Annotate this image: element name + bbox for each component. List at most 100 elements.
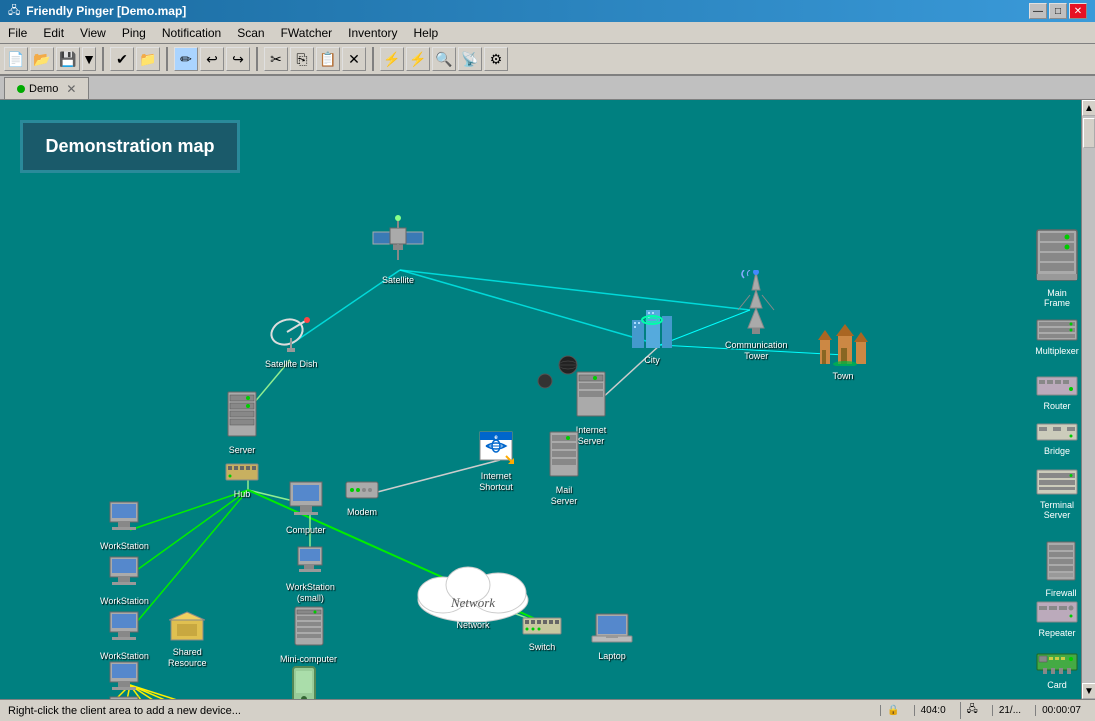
menu-view[interactable]: View — [72, 24, 114, 42]
close-button[interactable]: ✕ — [1069, 3, 1087, 19]
satellite-dish-device[interactable]: Satellite Dish — [265, 310, 318, 370]
server-device[interactable]: Server — [224, 390, 260, 456]
internet-shortcut-device[interactable]: e InternetShortcut — [478, 430, 514, 493]
workstation5-icon — [108, 695, 140, 699]
tab-label: Demo — [29, 83, 58, 95]
laptop-icon — [590, 610, 634, 649]
mail-server-icon — [546, 430, 582, 483]
maximize-button[interactable]: □ — [1049, 3, 1067, 19]
computer-device[interactable]: Computer — [286, 480, 326, 536]
status-coords: 404:0 — [914, 705, 952, 716]
comm-tower-device[interactable]: CommunicationTower — [725, 270, 788, 362]
mainframe-panel-device[interactable]: MainFrame — [1035, 228, 1079, 308]
status-icon1: 🔒 — [880, 705, 905, 716]
workstation1-device[interactable]: WorkStation — [100, 500, 149, 552]
scan-button[interactable]: 📡 — [458, 47, 482, 71]
multiplexer-label: Multiplexer — [1035, 346, 1079, 356]
connection-lines — [0, 100, 1095, 699]
mail-server-label: MailServer — [551, 485, 578, 507]
menu-inventory[interactable]: Inventory — [340, 24, 405, 42]
repeater-panel-device[interactable]: Repeater — [1035, 600, 1079, 638]
firewall-label: Firewall — [1045, 588, 1076, 598]
internet-shortcut-label: InternetShortcut — [479, 471, 513, 493]
firewall-icon — [1043, 540, 1079, 587]
toolbar-sep1 — [102, 47, 104, 71]
workstation5-device[interactable]: WorkStation — [100, 695, 149, 699]
shared-resource-device[interactable]: SharedResource — [168, 610, 207, 669]
undo-button[interactable]: ↩ — [200, 47, 224, 71]
open-button[interactable]: 📂 — [30, 47, 54, 71]
ping-all-button[interactable]: ⚡ — [406, 47, 430, 71]
workstation4-icon — [108, 660, 140, 699]
new-button[interactable]: 📄 — [4, 47, 28, 71]
mainframe-label: MainFrame — [1044, 288, 1070, 308]
repeater-icon — [1035, 600, 1079, 627]
edit-mode-button[interactable]: ✏ — [174, 47, 198, 71]
city-label: City — [644, 355, 660, 366]
city-device[interactable]: City — [630, 300, 674, 366]
menu-help[interactable]: Help — [406, 24, 447, 42]
tab-close-button[interactable]: ✕ — [66, 82, 76, 96]
satellite-device[interactable]: Satellite — [368, 210, 428, 286]
workstation3-device[interactable]: WorkStation — [100, 610, 149, 662]
server-icon — [224, 390, 260, 443]
multiplexer-panel-device[interactable]: Multiplexer — [1035, 318, 1079, 356]
workstation3-icon — [108, 610, 140, 649]
workstation4-device[interactable]: WorkStation — [100, 660, 149, 699]
server-label: Server — [229, 445, 256, 456]
scroll-up-button[interactable]: ▲ — [1082, 100, 1095, 116]
map-canvas[interactable]: Demonstration map Satellite — [0, 100, 1095, 699]
menu-edit[interactable]: Edit — [35, 24, 72, 42]
town-device[interactable]: Town — [818, 320, 868, 382]
tab-demo[interactable]: Demo ✕ — [4, 77, 89, 99]
hub-device[interactable]: Hub — [224, 460, 260, 500]
scroll-down-button[interactable]: ▼ — [1082, 683, 1095, 699]
paste-button[interactable]: 📋 — [316, 47, 340, 71]
menu-ping[interactable]: Ping — [114, 24, 154, 42]
menu-scan[interactable]: Scan — [229, 24, 272, 42]
bridge-panel-device[interactable]: Bridge — [1035, 422, 1079, 456]
menu-fwatcher[interactable]: FWatcher — [273, 24, 341, 42]
multiplexer-icon — [1035, 318, 1079, 345]
copy-button[interactable]: ⎘ — [290, 47, 314, 71]
menu-notification[interactable]: Notification — [154, 24, 229, 42]
network-cloud-device[interactable]: Network Network — [408, 555, 538, 631]
scroll-thumb[interactable] — [1083, 118, 1095, 148]
scrollbar-vertical[interactable]: ▲ ▼ — [1081, 100, 1095, 699]
pda-device[interactable]: PDA — [290, 665, 318, 699]
firewall-panel-device[interactable]: Firewall — [1043, 540, 1079, 598]
minimize-button[interactable]: — — [1029, 3, 1047, 19]
trace-button[interactable]: 🔍 — [432, 47, 456, 71]
router-panel-device[interactable]: Router — [1035, 375, 1079, 411]
mini-computer-device[interactable]: Mini-computer — [280, 605, 337, 665]
switch-device[interactable]: Switch — [522, 615, 562, 653]
card-label: Card — [1047, 680, 1067, 690]
demo-map-title: Demonstration map — [20, 120, 240, 173]
save-button[interactable]: 💾 — [56, 47, 80, 71]
redo-button[interactable]: ↪ — [226, 47, 250, 71]
cut-button[interactable]: ✂ — [264, 47, 288, 71]
card-panel-device[interactable]: Card — [1035, 648, 1079, 690]
workstation2-device[interactable]: WorkStation — [100, 555, 149, 607]
switch-label: Switch — [529, 642, 556, 653]
modem-device[interactable]: Modem — [344, 478, 380, 518]
terminal-server-panel-device[interactable]: TerminalServer — [1035, 468, 1079, 520]
save-drop-button[interactable]: ▼ — [82, 47, 96, 71]
laptop-device[interactable]: Laptop — [590, 610, 634, 662]
computer-icon — [288, 480, 324, 523]
folder-button[interactable]: 📁 — [136, 47, 160, 71]
toolbar-sep4 — [372, 47, 374, 71]
delete-button[interactable]: ✕ — [342, 47, 366, 71]
settings-button[interactable]: ⚙ — [484, 47, 508, 71]
menubar: File Edit View Ping Notification Scan FW… — [0, 22, 1095, 44]
router-icon — [1035, 375, 1079, 400]
workstation-small-device[interactable]: WorkStation(small) — [286, 545, 335, 604]
status-message: Right-click the client area to add a new… — [8, 705, 872, 717]
menu-file[interactable]: File — [0, 24, 35, 42]
check-button[interactable]: ✔ — [110, 47, 134, 71]
ping-button[interactable]: ⚡ — [380, 47, 404, 71]
bridge-icon — [1035, 422, 1079, 445]
mail-server-device[interactable]: MailServer — [546, 430, 582, 507]
svg-text:Network: Network — [450, 595, 495, 610]
terminal-server-icon — [1035, 468, 1079, 499]
